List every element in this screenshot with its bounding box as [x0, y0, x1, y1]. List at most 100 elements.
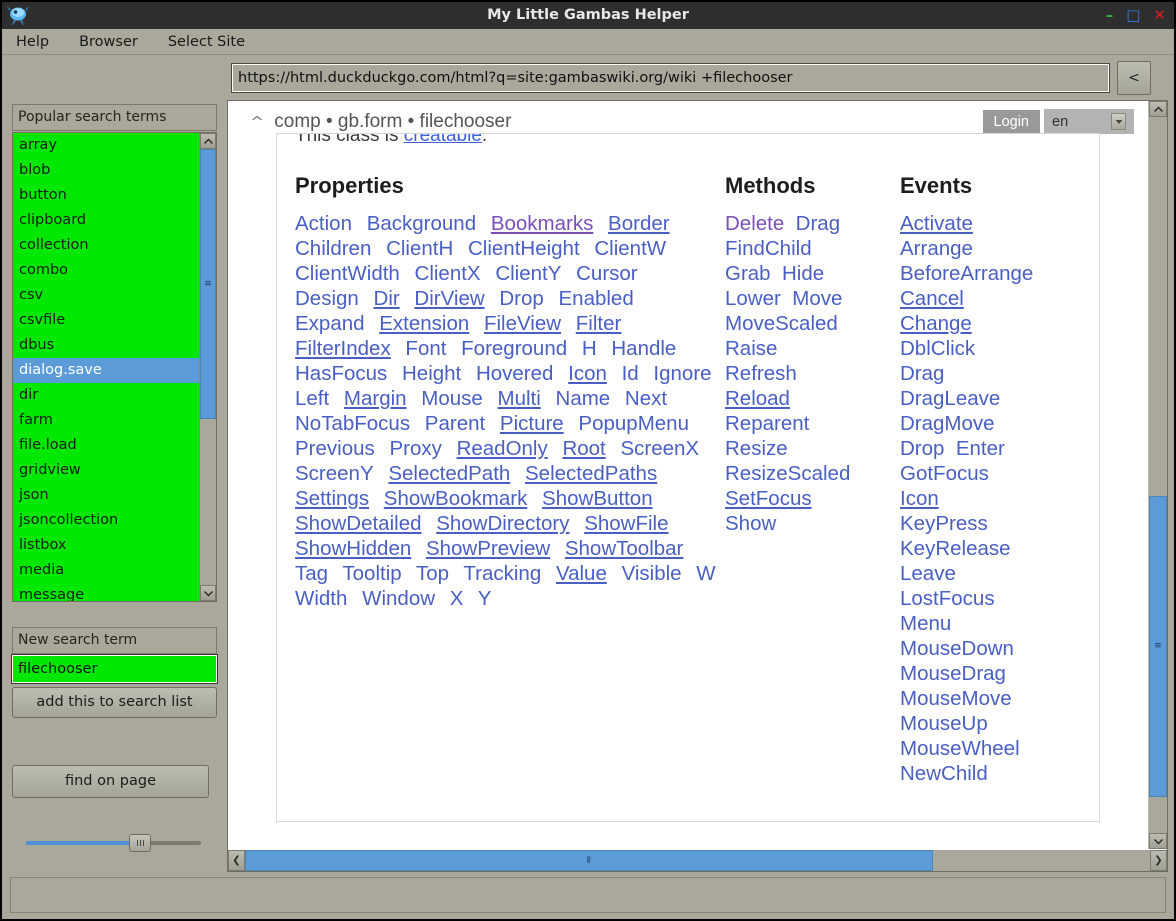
page-horizontal-scrollbar[interactable]: ❮ ⦀ ❯: [228, 849, 1167, 871]
chevron-up-icon[interactable]: ^: [250, 114, 264, 130]
reference-link[interactable]: Leave: [900, 561, 1081, 586]
reference-link[interactable]: H: [582, 337, 597, 360]
reference-link[interactable]: ShowToolbar: [565, 537, 684, 560]
new-search-term-input[interactable]: filechooser: [12, 655, 217, 683]
reference-link[interactable]: BeforeArrange: [900, 261, 1081, 286]
reference-link[interactable]: Next: [625, 387, 667, 410]
reference-link[interactable]: Dir: [374, 287, 400, 310]
creatable-link[interactable]: creatable: [404, 133, 482, 146]
list-item[interactable]: jsoncollection: [13, 508, 199, 533]
list-item[interactable]: dir: [13, 383, 199, 408]
page-scroll-thumb[interactable]: ≡: [1149, 496, 1167, 797]
scroll-left-icon[interactable]: ❮: [228, 850, 245, 871]
reference-link[interactable]: ShowFile: [584, 512, 668, 535]
list-vertical-scrollbar[interactable]: ≡: [199, 133, 216, 601]
popular-search-terms-list[interactable]: arrayblobbuttonclipboardcollectioncomboc…: [12, 132, 217, 602]
url-input[interactable]: https://html.duckduckgo.com/html?q=site:…: [231, 63, 1110, 93]
reference-link[interactable]: Lower: [725, 287, 781, 310]
reference-link[interactable]: LostFocus: [900, 586, 1081, 611]
reference-link[interactable]: SelectedPaths: [525, 462, 657, 485]
back-button[interactable]: <: [1117, 61, 1151, 95]
reference-link[interactable]: Border: [608, 212, 670, 235]
reference-link[interactable]: Expand: [295, 312, 365, 335]
page-scroll-up-icon[interactable]: [1149, 101, 1167, 117]
reference-link[interactable]: ScreenY: [295, 462, 374, 485]
reference-link[interactable]: MouseUp: [900, 711, 1081, 736]
maximize-icon[interactable]: □: [1126, 8, 1140, 23]
page-vertical-scrollbar[interactable]: ≡: [1148, 101, 1167, 849]
reference-link[interactable]: ReadOnly: [457, 437, 548, 460]
reference-link[interactable]: Design: [295, 287, 359, 310]
list-item[interactable]: message: [13, 583, 199, 602]
reference-link[interactable]: Bookmarks: [491, 212, 594, 235]
reference-link[interactable]: Value: [556, 562, 607, 585]
reference-link[interactable]: SetFocus: [725, 486, 900, 511]
reference-link[interactable]: ShowBookmark: [384, 487, 528, 510]
reference-link[interactable]: HasFocus: [295, 362, 387, 385]
list-scroll-track[interactable]: ≡: [200, 149, 216, 585]
reference-link[interactable]: Move: [792, 287, 842, 310]
reference-link[interactable]: Id: [622, 362, 639, 385]
reference-link[interactable]: Top: [416, 562, 449, 585]
reference-link[interactable]: NewChild: [900, 761, 1081, 786]
add-to-search-list-button[interactable]: add this to search list: [12, 687, 217, 718]
zoom-slider[interactable]: [12, 832, 209, 854]
slider-knob[interactable]: [129, 834, 151, 852]
reference-link[interactable]: Change: [900, 311, 1081, 336]
hscroll-track[interactable]: ⦀: [245, 850, 1150, 871]
reference-link[interactable]: NoTabFocus: [295, 412, 410, 435]
reference-link[interactable]: Mouse: [421, 387, 483, 410]
reference-link[interactable]: Tag: [295, 562, 328, 585]
reference-link[interactable]: Parent: [425, 412, 485, 435]
reference-link[interactable]: DragLeave: [900, 386, 1081, 411]
reference-link[interactable]: Margin: [344, 387, 407, 410]
reference-link[interactable]: Handle: [611, 337, 676, 360]
reference-link[interactable]: KeyRelease: [900, 536, 1081, 561]
reference-link[interactable]: Settings: [295, 487, 369, 510]
close-icon[interactable]: ✕: [1153, 8, 1166, 23]
reference-link[interactable]: ShowHidden: [295, 537, 411, 560]
reference-link[interactable]: ScreenX: [620, 437, 699, 460]
reference-link[interactable]: Drop: [900, 437, 944, 460]
reference-link[interactable]: Visible: [622, 562, 682, 585]
reference-link[interactable]: Extension: [379, 312, 469, 335]
list-item[interactable]: csv: [13, 283, 199, 308]
reference-link[interactable]: Y: [478, 587, 492, 610]
reference-link[interactable]: ShowPreview: [426, 537, 550, 560]
list-item[interactable]: dialog.save: [13, 358, 199, 383]
reference-link[interactable]: ClientWidth: [295, 262, 400, 285]
list-item[interactable]: blob: [13, 158, 199, 183]
reference-link[interactable]: MouseWheel: [900, 736, 1081, 761]
reference-link[interactable]: ClientX: [415, 262, 481, 285]
reference-link[interactable]: ShowButton: [542, 487, 653, 510]
page-scroll-track[interactable]: ≡: [1149, 117, 1167, 833]
reference-link[interactable]: KeyPress: [900, 511, 1081, 536]
reference-link[interactable]: FindChild: [725, 236, 900, 261]
list-scroll-thumb[interactable]: ≡: [200, 149, 216, 419]
reference-link[interactable]: Drag: [796, 212, 840, 235]
scroll-down-icon[interactable]: [200, 585, 216, 601]
reference-link[interactable]: Activate: [900, 211, 1081, 236]
reference-link[interactable]: Reparent: [725, 411, 900, 436]
reference-link[interactable]: Raise: [725, 336, 900, 361]
reference-link[interactable]: Width: [295, 587, 347, 610]
reference-link[interactable]: Children: [295, 237, 371, 260]
reference-link[interactable]: DblClick: [900, 336, 1081, 361]
reference-link[interactable]: Picture: [500, 412, 564, 435]
reference-link[interactable]: Tooltip: [342, 562, 401, 585]
reference-link[interactable]: Action: [295, 212, 352, 235]
reference-link[interactable]: ShowDirectory: [436, 512, 569, 535]
page-scroll-down-icon[interactable]: [1149, 833, 1167, 849]
reference-link[interactable]: Background: [367, 212, 476, 235]
reference-link[interactable]: Icon: [900, 486, 1081, 511]
reference-link[interactable]: ShowDetailed: [295, 512, 422, 535]
reference-link[interactable]: PopupMenu: [578, 412, 689, 435]
scroll-right-icon[interactable]: ❯: [1150, 850, 1167, 871]
reference-link[interactable]: Cancel: [900, 286, 1081, 311]
reference-link[interactable]: SelectedPath: [388, 462, 510, 485]
reference-link[interactable]: W: [696, 562, 715, 585]
reference-link[interactable]: Menu: [900, 611, 1081, 636]
reference-link[interactable]: Multi: [498, 387, 541, 410]
reference-link[interactable]: DragMove: [900, 411, 1081, 436]
reference-link[interactable]: Arrange: [900, 236, 1081, 261]
